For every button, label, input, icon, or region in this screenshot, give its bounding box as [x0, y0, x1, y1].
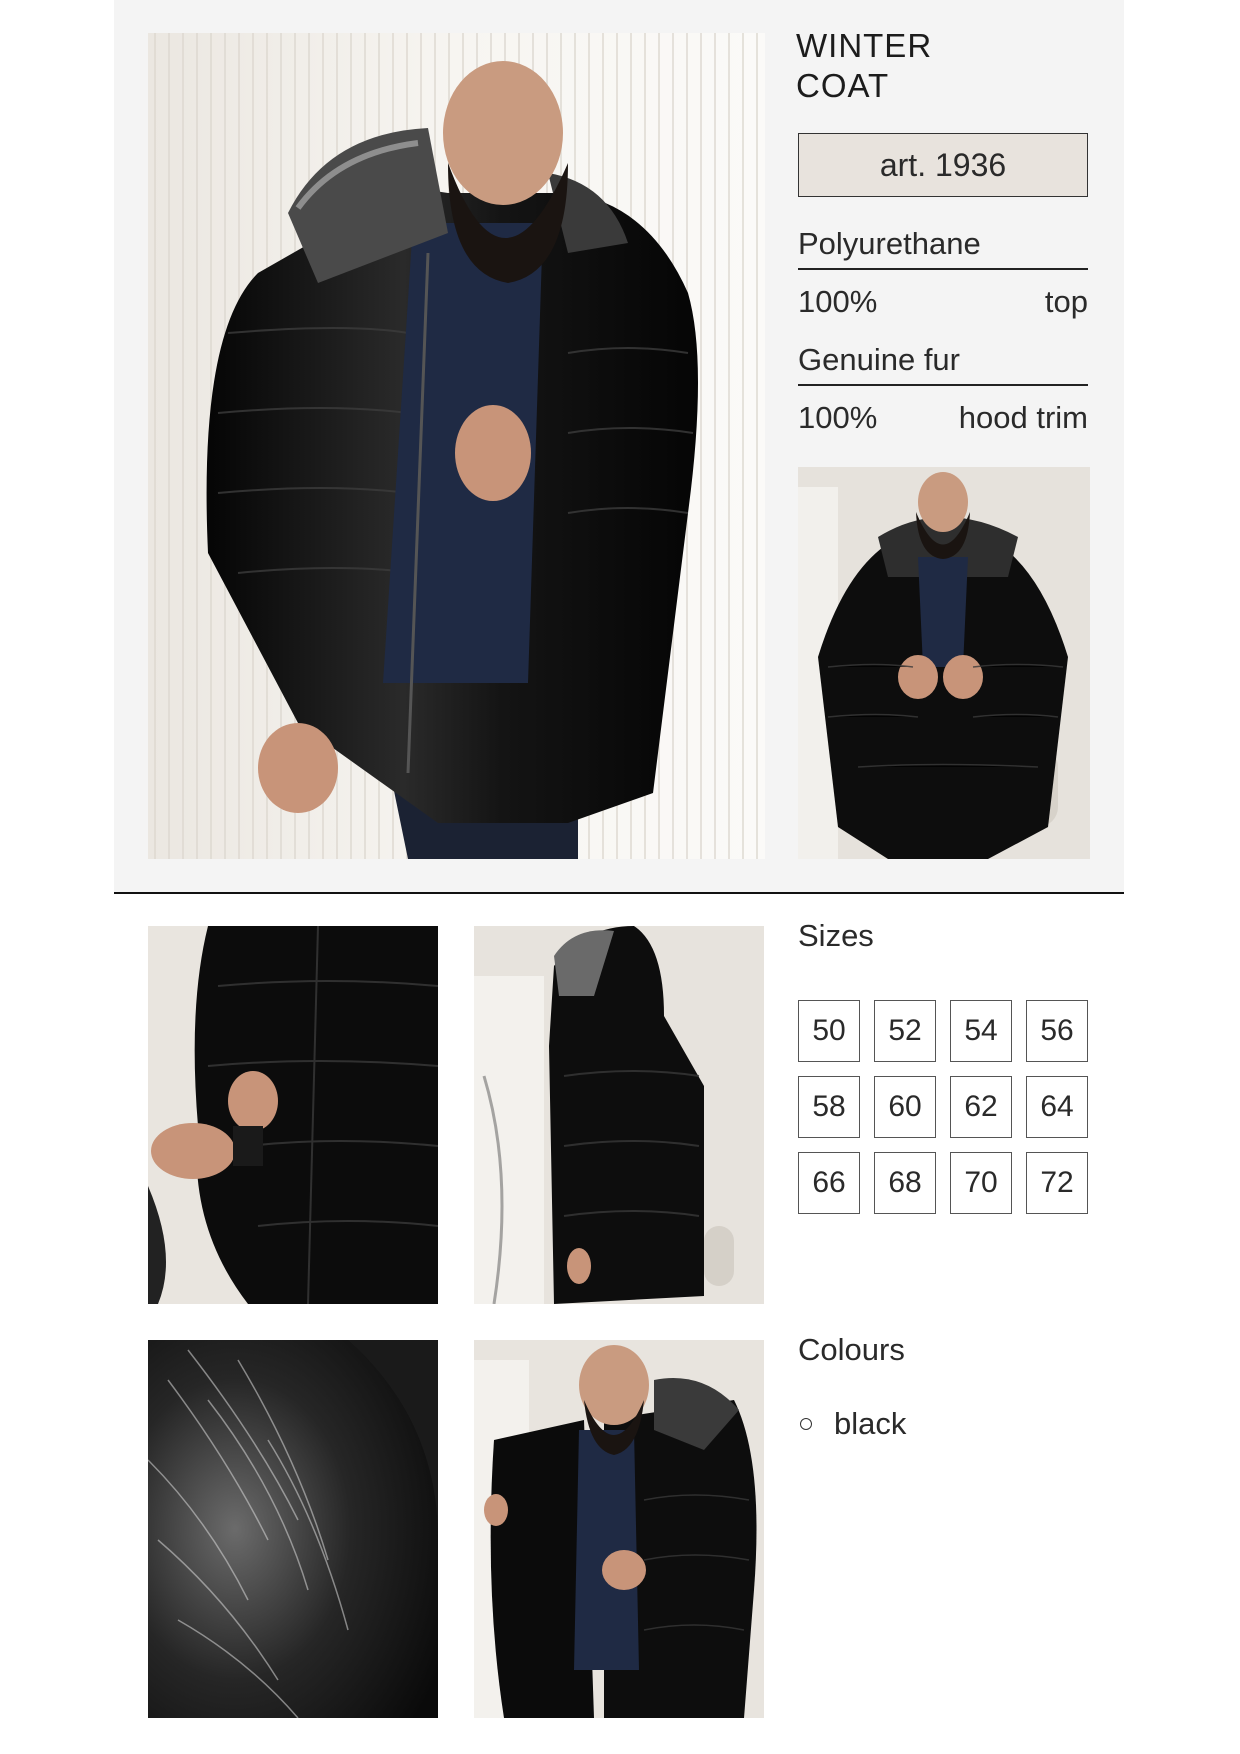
sizes-heading: Sizes [798, 918, 874, 953]
size-option[interactable]: 52 [874, 1000, 936, 1062]
side-view-icon [474, 926, 764, 1304]
main-product-photo[interactable] [148, 33, 765, 859]
article-number-badge: art. 1936 [798, 133, 1088, 197]
size-option[interactable]: 70 [950, 1152, 1012, 1214]
sleeve-detail-photo[interactable] [148, 926, 438, 1304]
side-view-photo[interactable] [474, 926, 764, 1304]
fur-detail-photo[interactable] [148, 1340, 438, 1718]
size-option[interactable]: 58 [798, 1076, 860, 1138]
colour-option-black[interactable]: black [798, 1406, 906, 1442]
radio-circle-icon[interactable] [800, 1418, 812, 1430]
title-line-2: COAT [796, 67, 890, 104]
size-option[interactable]: 66 [798, 1152, 860, 1214]
size-option[interactable]: 68 [874, 1152, 936, 1214]
title-line-1: WINTER [796, 27, 933, 64]
lining-view-photo[interactable] [474, 1340, 764, 1718]
model-front-icon [148, 33, 765, 859]
model-front-thumbnail-icon [798, 467, 1090, 859]
size-option[interactable]: 50 [798, 1000, 860, 1062]
material-percent: 100% [798, 284, 878, 319]
section-divider [114, 892, 1124, 894]
material-part: top [1044, 284, 1088, 319]
sizes-grid: 50 52 54 56 58 60 62 64 66 68 70 72 [798, 1000, 1090, 1214]
size-option[interactable]: 60 [874, 1076, 936, 1138]
size-option[interactable]: 64 [1026, 1076, 1088, 1138]
size-option[interactable]: 62 [950, 1076, 1012, 1138]
product-title: WINTER COAT [796, 26, 1056, 106]
size-option[interactable]: 72 [1026, 1152, 1088, 1214]
sleeve-detail-icon [148, 926, 438, 1304]
material-name: Genuine fur [798, 342, 1088, 386]
material-percent: 100% [798, 400, 878, 435]
lining-view-icon [474, 1340, 764, 1718]
colours-heading: Colours [798, 1332, 905, 1367]
material-name: Polyurethane [798, 226, 1088, 270]
colour-label: black [834, 1406, 907, 1441]
front-thumbnail[interactable] [798, 467, 1090, 859]
fur-detail-icon [148, 1340, 438, 1718]
material-row: 100% hood trim [798, 400, 1088, 436]
size-option[interactable]: 54 [950, 1000, 1012, 1062]
material-row: 100% top [798, 284, 1088, 320]
material-part: hood trim [958, 400, 1088, 435]
size-option[interactable]: 56 [1026, 1000, 1088, 1062]
